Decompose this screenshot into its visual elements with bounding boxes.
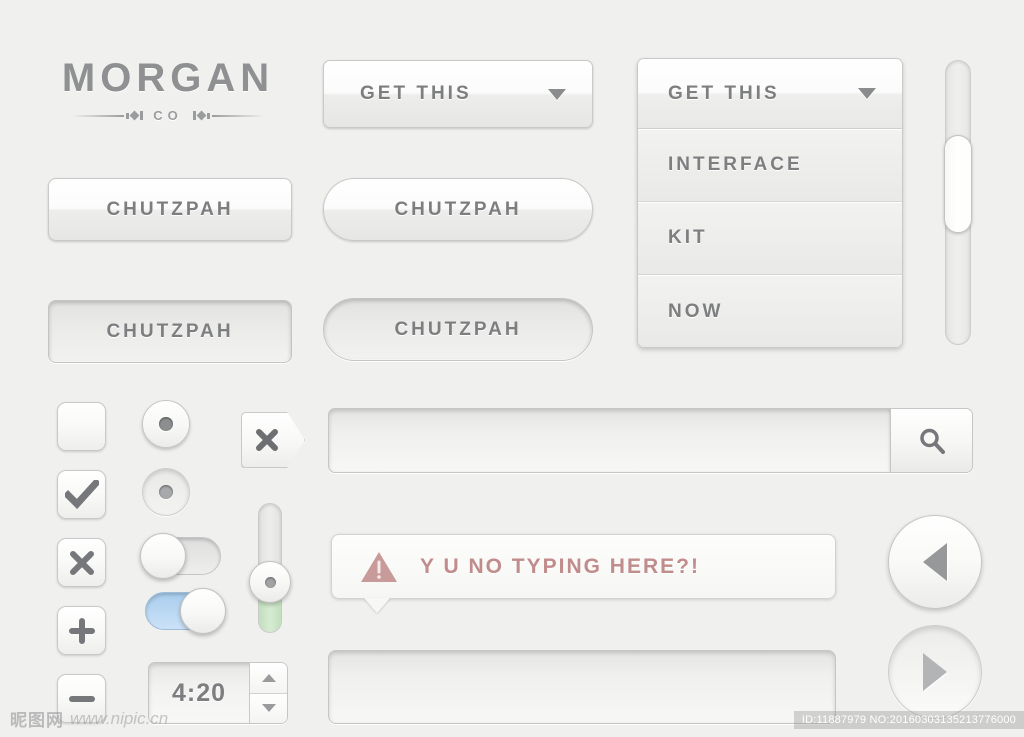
slider-knob[interactable] (249, 561, 291, 603)
nav-next-button[interactable] (888, 625, 982, 719)
button-label: CHUTZPAH (394, 198, 522, 220)
checkbox-cross[interactable] (57, 538, 106, 587)
button-label: CHUTZPAH (106, 198, 234, 220)
toggle-switch-off[interactable] (140, 533, 221, 579)
logo-co-label: CO (153, 108, 183, 123)
plus-icon (68, 617, 95, 644)
dropdown-menu-header[interactable]: GET THIS (638, 59, 902, 129)
scrollbar-thumb[interactable] (944, 135, 972, 233)
slider-knob-dot-icon (264, 576, 276, 588)
search-field[interactable] (328, 408, 973, 473)
toggle-knob[interactable] (140, 533, 186, 579)
button-chutzpah-pill[interactable]: CHUTZPAH (323, 178, 593, 241)
watermark-cn-text: 昵图网 (10, 711, 64, 730)
close-icon (256, 429, 278, 451)
logo-subtitle-row: CO (48, 108, 288, 123)
cross-icon (69, 550, 94, 575)
chevron-down-icon (548, 88, 566, 100)
stepper-up-button[interactable] (250, 663, 287, 693)
triangle-left-icon (923, 543, 947, 581)
watermark-url-text: www.nipic.cn (70, 708, 169, 728)
warning-tooltip: Y U NO TYPING HERE?! (331, 534, 836, 599)
toggle-switch-on[interactable] (145, 588, 226, 634)
button-chutzpah-pill-pressed[interactable]: CHUTZPAH (323, 298, 593, 361)
search-icon (919, 428, 945, 454)
stepper-down-button[interactable] (250, 692, 287, 723)
dropdown-item-interface[interactable]: INTERFACE (638, 129, 902, 202)
dropdown-menu-header-label: GET THIS (668, 82, 780, 104)
dropdown-item-kit[interactable]: KIT (638, 202, 902, 275)
chevron-down-icon (858, 88, 876, 99)
checkbox-plus[interactable] (57, 606, 106, 655)
textarea-input[interactable] (345, 663, 819, 711)
tooltip-tail (364, 598, 390, 613)
stepper-arrows[interactable] (249, 663, 287, 723)
button-label: CHUTZPAH (106, 320, 234, 342)
radio-dot-icon (159, 417, 173, 431)
check-icon (64, 479, 99, 509)
vertical-slider[interactable] (249, 503, 291, 633)
watermark-id-text: ID:11887979 NO:20160303135213776000 (793, 711, 1024, 729)
button-label: CHUTZPAH (394, 318, 522, 340)
warning-triangle-icon (361, 551, 397, 582)
time-stepper[interactable]: 4:20 (148, 662, 288, 724)
ornament-left-icon (72, 110, 144, 121)
watermark-left: 昵图网 www.nipic.cn (10, 706, 168, 731)
dropdown-menu-open[interactable]: GET THIS INTERFACE KIT NOW (637, 58, 903, 348)
dropdown-item-label: NOW (668, 300, 724, 322)
logo-wordmark: MORGAN (61, 56, 275, 100)
dropdown-button-label: GET THIS (360, 83, 472, 104)
tag-close-button[interactable] (241, 412, 305, 468)
toggle-knob[interactable] (180, 588, 226, 634)
triangle-down-icon (261, 704, 276, 713)
radio-dot-icon (159, 485, 173, 499)
checkbox-empty[interactable] (57, 402, 106, 451)
ornament-right-icon (192, 110, 264, 121)
radio-selected[interactable] (142, 400, 190, 448)
search-button[interactable] (890, 409, 972, 472)
dropdown-button-get-this[interactable]: GET THIS (323, 60, 593, 128)
button-chutzpah-rect[interactable]: CHUTZPAH (48, 178, 292, 241)
dropdown-item-label: KIT (668, 227, 708, 248)
triangle-right-icon (923, 653, 947, 691)
logo: MORGAN CO (48, 58, 288, 123)
button-chutzpah-rect-pressed[interactable]: CHUTZPAH (48, 300, 292, 363)
nav-previous-button[interactable] (888, 515, 982, 609)
search-input[interactable] (329, 409, 890, 472)
radio-pressed[interactable] (142, 468, 190, 516)
textarea-field[interactable] (328, 650, 836, 724)
ui-kit-canvas: MORGAN CO GET THIS GET THIS INTERFACE KI… (0, 0, 1024, 737)
dropdown-item-now[interactable]: NOW (638, 275, 902, 347)
warning-tooltip-text: Y U NO TYPING HERE?! (420, 554, 700, 578)
triangle-up-icon (261, 673, 276, 682)
checkbox-checked[interactable] (57, 470, 106, 519)
dropdown-item-label: INTERFACE (668, 154, 803, 175)
